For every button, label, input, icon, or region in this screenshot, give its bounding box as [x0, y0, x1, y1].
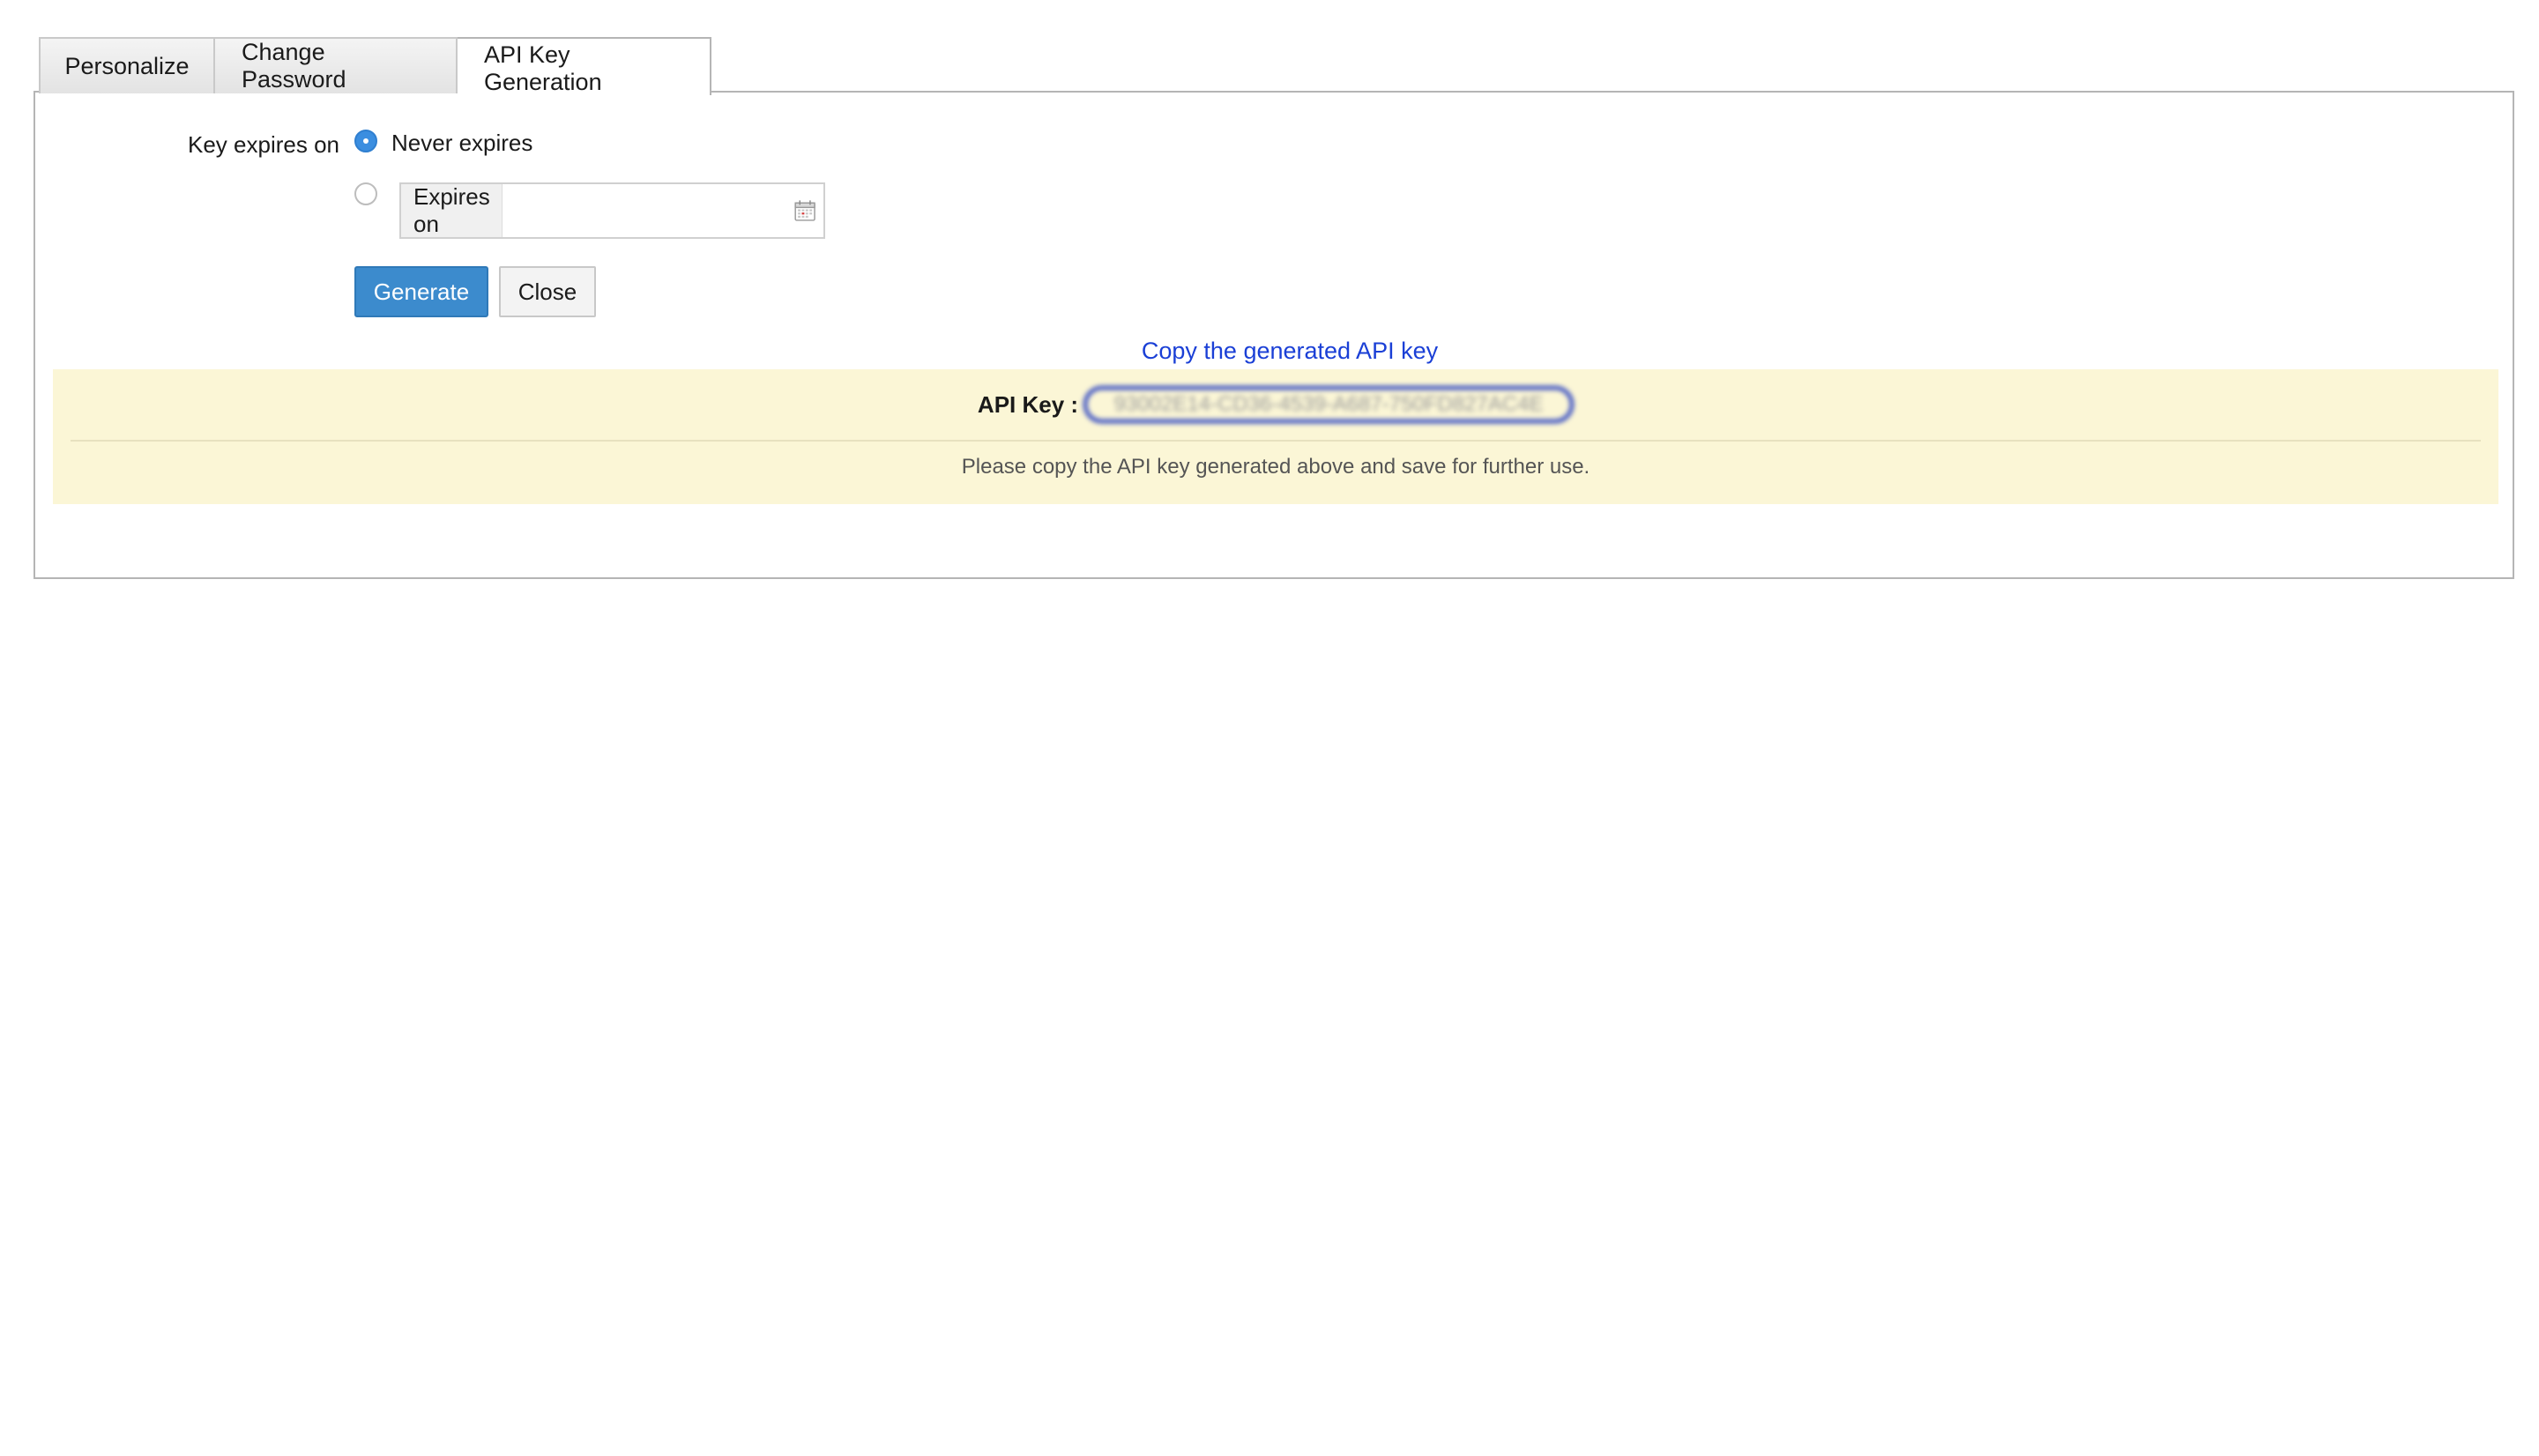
close-button[interactable]: Close — [499, 266, 596, 317]
expires-on-radio[interactable] — [354, 182, 377, 205]
never-expires-label[interactable]: Never expires — [391, 130, 532, 157]
api-key-label: API Key : — [977, 390, 1079, 418]
tab-bar: Personalize Change Password API Key Gene… — [39, 35, 711, 95]
tab-api-key-generation[interactable]: API Key Generation — [458, 37, 711, 95]
copy-api-key-link[interactable]: Copy the generated API key — [35, 338, 2513, 365]
api-key-note: Please copy the API key generated above … — [961, 455, 1590, 479]
tab-personalize[interactable]: Personalize — [39, 37, 215, 93]
settings-page: Personalize Change Password API Key Gene… — [0, 0, 2539, 1456]
api-key-value[interactable]: 93002E14-CD36-4539-A687-750FD827AC4E — [1083, 386, 1575, 423]
expires-on-date-group: Expires on — [399, 182, 825, 239]
api-key-result-box: API Key : 93002E14-CD36-4539-A687-750FD8… — [53, 369, 2498, 504]
generate-button[interactable]: Generate — [354, 266, 488, 317]
never-expires-radio[interactable] — [354, 130, 377, 152]
key-expires-label: Key expires on — [188, 131, 339, 158]
api-key-panel: Key expires on Never expires Expires on … — [34, 91, 2514, 579]
tab-change-password[interactable]: Change Password — [215, 37, 458, 93]
divider — [71, 440, 2481, 442]
api-key-row: API Key : 93002E14-CD36-4539-A687-750FD8… — [53, 369, 2498, 440]
expires-on-label: Expires on — [401, 183, 503, 237]
expires-on-date-input[interactable] — [502, 184, 793, 237]
calendar-icon[interactable] — [793, 195, 816, 227]
